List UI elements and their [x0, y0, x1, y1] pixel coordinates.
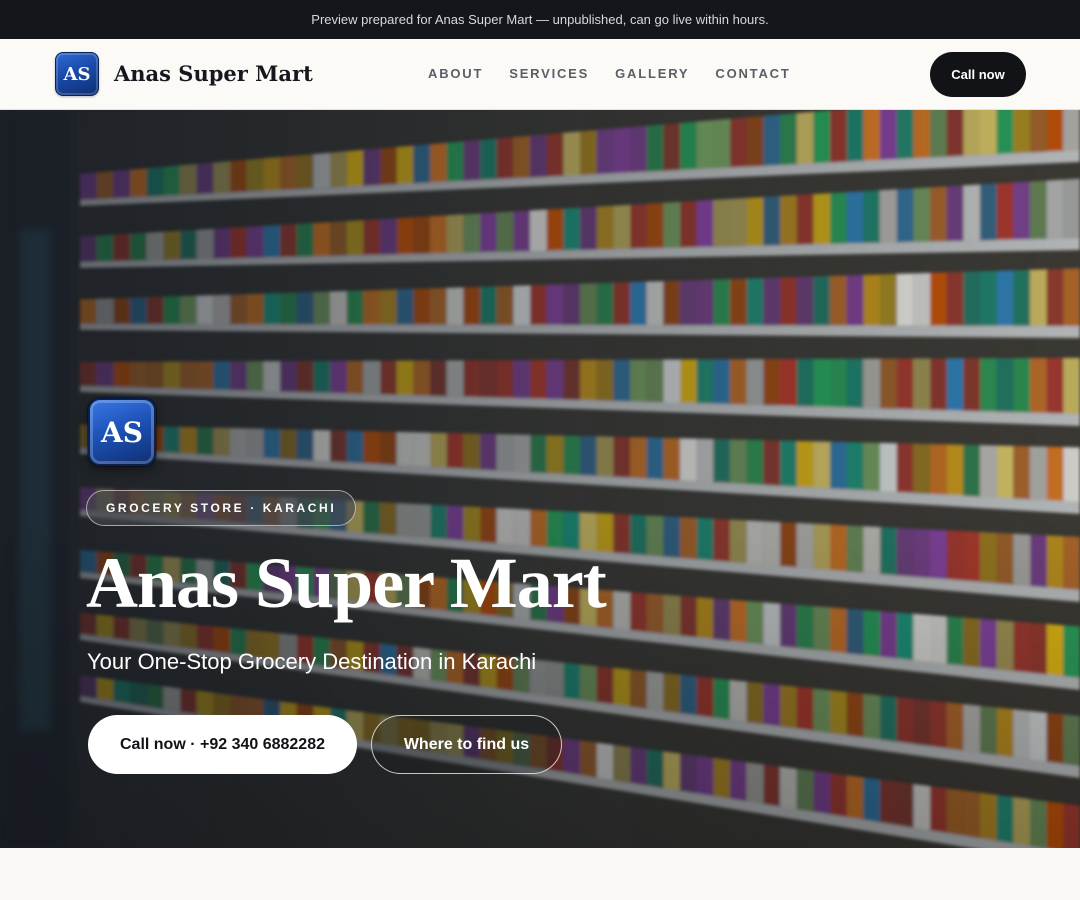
- nav-link-contact[interactable]: CONTACT: [715, 66, 790, 81]
- brand-logo[interactable]: AS: [55, 52, 99, 96]
- where-to-find-us-button[interactable]: Where to find us: [371, 715, 562, 774]
- hero-logo: AS: [88, 398, 156, 466]
- nav-link-about[interactable]: ABOUT: [428, 66, 483, 81]
- site-header: AS Anas Super Mart ABOUT SERVICES GALLER…: [0, 39, 1080, 110]
- hero-title: Anas Super Mart: [86, 543, 607, 623]
- header-call-button[interactable]: Call now: [930, 52, 1026, 97]
- nav-link-gallery[interactable]: GALLERY: [615, 66, 689, 81]
- nav-link-services[interactable]: SERVICES: [509, 66, 589, 81]
- hero-eyebrow-badge: GROCERY STORE · KARACHI: [86, 490, 357, 526]
- main-nav: ABOUT SERVICES GALLERY CONTACT: [428, 66, 791, 81]
- hero-logo-initials: AS: [101, 415, 143, 449]
- next-section: [0, 848, 1080, 900]
- hero-section: AS GROCERY STORE · KARACHI Anas Super Ma…: [0, 110, 1080, 848]
- preview-banner: Preview prepared for Anas Super Mart — u…: [0, 0, 1080, 39]
- preview-banner-text: Preview prepared for Anas Super Mart — u…: [311, 12, 769, 27]
- call-now-button[interactable]: Call now · +92 340 6882282: [88, 715, 357, 774]
- hero-subtitle: Your One-Stop Grocery Destination in Kar…: [87, 649, 537, 674]
- brand-name[interactable]: Anas Super Mart: [114, 61, 313, 86]
- brand-logo-initials: AS: [63, 63, 91, 85]
